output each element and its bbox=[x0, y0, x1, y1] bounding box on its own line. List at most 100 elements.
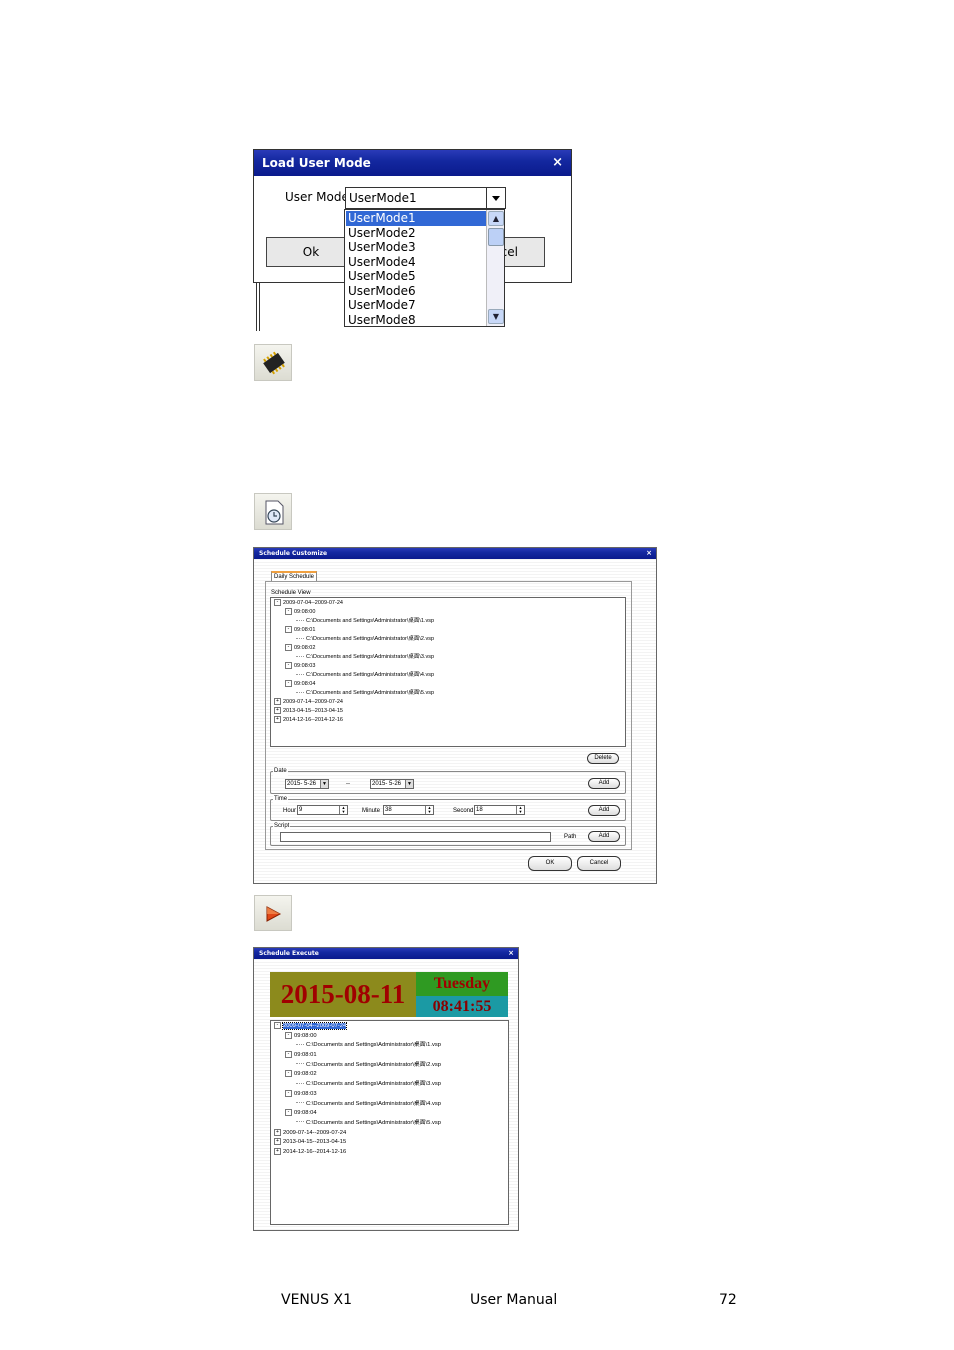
tree-node[interactable]: -09:08:00 bbox=[274, 1031, 441, 1042]
user-mode-option[interactable]: UserMode5 bbox=[346, 269, 486, 284]
collapse-icon[interactable]: - bbox=[285, 1089, 292, 1097]
script-add-button[interactable]: Add bbox=[588, 831, 620, 842]
tree-node[interactable]: C:\Documents and Settings\Administrator\… bbox=[274, 617, 434, 626]
collapse-icon[interactable]: - bbox=[285, 1070, 292, 1078]
time-group-label: Time bbox=[273, 795, 289, 804]
tree-node[interactable]: -09:08:03 bbox=[274, 1089, 441, 1100]
user-mode-option[interactable]: UserMode8 bbox=[346, 313, 486, 328]
tree-node[interactable]: -09:08:01 bbox=[274, 1051, 441, 1061]
chevron-down-icon[interactable]: ▼ bbox=[405, 780, 413, 788]
tree-node[interactable]: +2014-12-16--2014-12-16 bbox=[274, 1147, 441, 1158]
second-input[interactable]: 18 ▲ ▼ bbox=[474, 805, 525, 815]
minute-label: Minute bbox=[362, 808, 381, 814]
chevron-down-icon[interactable]: ▼ bbox=[320, 780, 328, 788]
tree-node[interactable]: -09:08:02 bbox=[274, 644, 434, 653]
tree-connector bbox=[296, 1121, 304, 1123]
second-label: Second bbox=[453, 808, 474, 814]
ok-button[interactable]: Ok bbox=[266, 237, 356, 267]
collapse-icon[interactable]: - bbox=[285, 1051, 292, 1059]
user-mode-dropdown-list[interactable]: UserMode1 UserMode2 UserMode3 UserMode4 User… bbox=[344, 209, 505, 327]
delete-button[interactable]: Delete bbox=[587, 753, 619, 764]
scroll-up-icon[interactable]: ▲ bbox=[488, 211, 504, 226]
collapse-icon[interactable]: - bbox=[285, 1109, 292, 1117]
ok-button[interactable]: OK bbox=[528, 856, 572, 871]
tree-connector bbox=[296, 691, 304, 694]
chevron-down-icon[interactable] bbox=[486, 188, 505, 208]
script-path-input[interactable] bbox=[280, 832, 551, 842]
collapse-icon[interactable]: - bbox=[285, 1031, 292, 1039]
tree-node[interactable]: -2009-07-04--2009-07-24 bbox=[274, 599, 434, 608]
user-mode-option[interactable]: UserMode3 bbox=[346, 240, 486, 255]
tree-node[interactable]: -09:08:03 bbox=[274, 662, 434, 671]
user-mode-select[interactable]: UserMode1 bbox=[345, 187, 506, 209]
tree-node[interactable]: +2009-07-14--2009-07-24 bbox=[274, 1128, 441, 1139]
date-from-picker[interactable]: 2015- 5-26 ▼ bbox=[285, 779, 329, 789]
user-mode-option[interactable]: UserMode7 bbox=[346, 298, 486, 313]
expand-icon[interactable]: + bbox=[274, 1138, 281, 1146]
date-to-picker[interactable]: 2015- 5-26 ▼ bbox=[370, 779, 414, 789]
schedule-tree[interactable]: -2009-07-04--2009-07-24-09:08:00 C:\Docum… bbox=[270, 597, 626, 747]
tree-node[interactable]: C:\Documents and Settings\Administrator\… bbox=[274, 1119, 441, 1129]
tree-node[interactable]: +2014-12-16--2014-12-16 bbox=[274, 716, 434, 725]
tree-node[interactable]: C:\Documents and Settings\Administrator\… bbox=[274, 689, 434, 698]
collapse-icon[interactable]: - bbox=[285, 608, 292, 616]
close-icon[interactable]: × bbox=[646, 548, 652, 559]
tab-daily-schedule[interactable]: Daily Schedule bbox=[271, 571, 318, 581]
time-add-button[interactable]: Add bbox=[588, 805, 620, 816]
tree-node[interactable]: C:\Documents and Settings\Administrator\… bbox=[274, 1061, 441, 1071]
collapse-icon[interactable]: - bbox=[285, 626, 292, 634]
tree-node-label: C:\Documents and Settings\Administrator\… bbox=[306, 618, 435, 624]
expand-icon[interactable]: + bbox=[274, 1128, 281, 1136]
expand-icon[interactable]: + bbox=[274, 707, 281, 715]
scroll-down-icon[interactable]: ▼ bbox=[488, 309, 504, 324]
tree-node-label: 2013-04-15--2013-04-15 bbox=[283, 1139, 347, 1146]
tree-node[interactable]: C:\Documents and Settings\Administrator\… bbox=[274, 671, 434, 680]
tree-node[interactable]: -09:08:01 bbox=[274, 626, 434, 635]
tree-node[interactable]: -09:08:04 bbox=[274, 1109, 441, 1119]
user-mode-option[interactable]: UserMode6 bbox=[346, 284, 486, 299]
collapse-icon[interactable]: - bbox=[285, 680, 292, 688]
ok-label: OK bbox=[545, 860, 555, 866]
tree-node-label: 09:08:03 bbox=[294, 663, 316, 669]
date-add-button[interactable]: Add bbox=[588, 778, 620, 789]
close-icon[interactable]: × bbox=[508, 948, 514, 959]
spinner-icon[interactable]: ▲ ▼ bbox=[339, 806, 347, 814]
schedule-clock-icon[interactable] bbox=[254, 493, 292, 530]
spinner-icon[interactable]: ▲ ▼ bbox=[425, 806, 433, 814]
spinner-icon[interactable]: ▲ ▼ bbox=[516, 806, 524, 814]
user-mode-option[interactable]: UserMode4 bbox=[346, 255, 486, 270]
tree-node[interactable]: -2009-07-04--2009-07-24 bbox=[274, 1022, 441, 1032]
dropdown-scrollbar[interactable]: ▲ ▼ bbox=[486, 210, 504, 326]
tree-node[interactable]: -09:08:04 bbox=[274, 680, 434, 689]
hour-input[interactable]: 9 ▲ ▼ bbox=[297, 805, 348, 815]
tree-node[interactable]: +2013-04-15--2013-04-15 bbox=[274, 707, 434, 716]
scroll-thumb[interactable] bbox=[488, 228, 504, 246]
expand-icon[interactable]: + bbox=[274, 698, 281, 706]
tree-node[interactable]: C:\Documents and Settings\Administrator\… bbox=[274, 1080, 441, 1090]
cancel-button[interactable]: Cancel bbox=[577, 856, 621, 871]
tree-node[interactable]: -09:08:00 bbox=[274, 608, 434, 617]
tree-node[interactable]: +2013-04-15--2013-04-15 bbox=[274, 1138, 441, 1148]
play-icon[interactable] bbox=[254, 895, 292, 931]
user-mode-option[interactable]: UserMode1 bbox=[346, 211, 486, 226]
tree-node[interactable]: -09:08:02 bbox=[274, 1070, 441, 1080]
collapse-icon[interactable]: - bbox=[274, 599, 281, 607]
tree-connector bbox=[296, 619, 304, 622]
expand-icon[interactable]: + bbox=[274, 716, 281, 724]
user-mode-option[interactable]: UserMode2 bbox=[346, 226, 486, 241]
collapse-icon[interactable]: - bbox=[274, 1022, 281, 1029]
tree-node[interactable]: C:\Documents and Settings\Administrator\… bbox=[274, 635, 434, 644]
tree-node[interactable]: +2009-07-14--2009-07-24 bbox=[274, 698, 434, 707]
close-icon[interactable]: × bbox=[552, 150, 563, 176]
tree-node[interactable]: C:\Documents and Settings\Administrator\… bbox=[274, 1041, 441, 1051]
tree-node[interactable]: C:\Documents and Settings\Administrator\… bbox=[274, 653, 434, 662]
tree-node[interactable]: C:\Documents and Settings\Administrator\… bbox=[274, 1100, 441, 1110]
execute-schedule-tree[interactable]: -2009-07-04--2009-07-24-09:08:00 C:\Docum… bbox=[270, 1020, 509, 1225]
collapse-icon[interactable]: - bbox=[285, 644, 292, 652]
chip-icon[interactable] bbox=[254, 344, 292, 381]
minute-input[interactable]: 38 ▲ ▼ bbox=[383, 805, 434, 815]
collapse-icon[interactable]: - bbox=[285, 662, 292, 670]
ok-label: Ok bbox=[302, 245, 320, 259]
tree-node-label: 09:08:02 bbox=[294, 645, 316, 651]
expand-icon[interactable]: + bbox=[274, 1147, 281, 1155]
